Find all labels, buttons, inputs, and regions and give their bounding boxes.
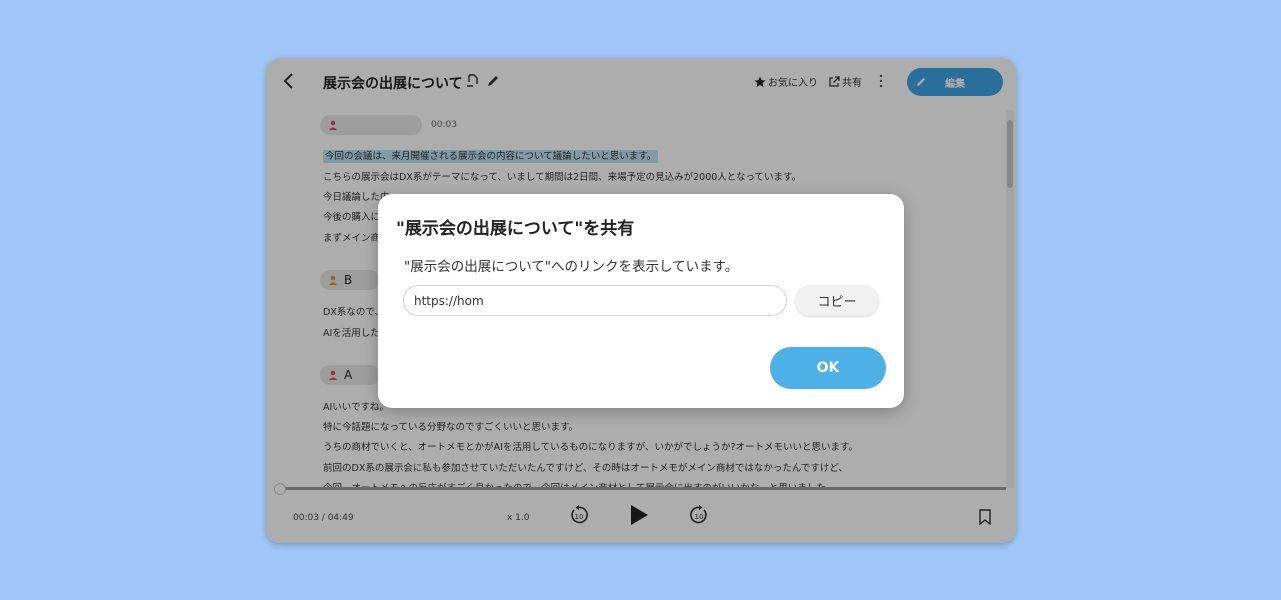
share-url-field[interactable] xyxy=(403,285,787,316)
dialog-description: "展示会の出展について"へのリンクを表示しています。 xyxy=(404,259,739,275)
copy-button[interactable]: コピー xyxy=(795,285,879,316)
share-dialog: "展示会の出展について"を共有 "展示会の出展について"へのリンクを表示していま… xyxy=(378,194,904,408)
ok-button[interactable]: OK xyxy=(770,347,886,389)
dialog-title: "展示会の出展について"を共有 xyxy=(396,219,635,239)
